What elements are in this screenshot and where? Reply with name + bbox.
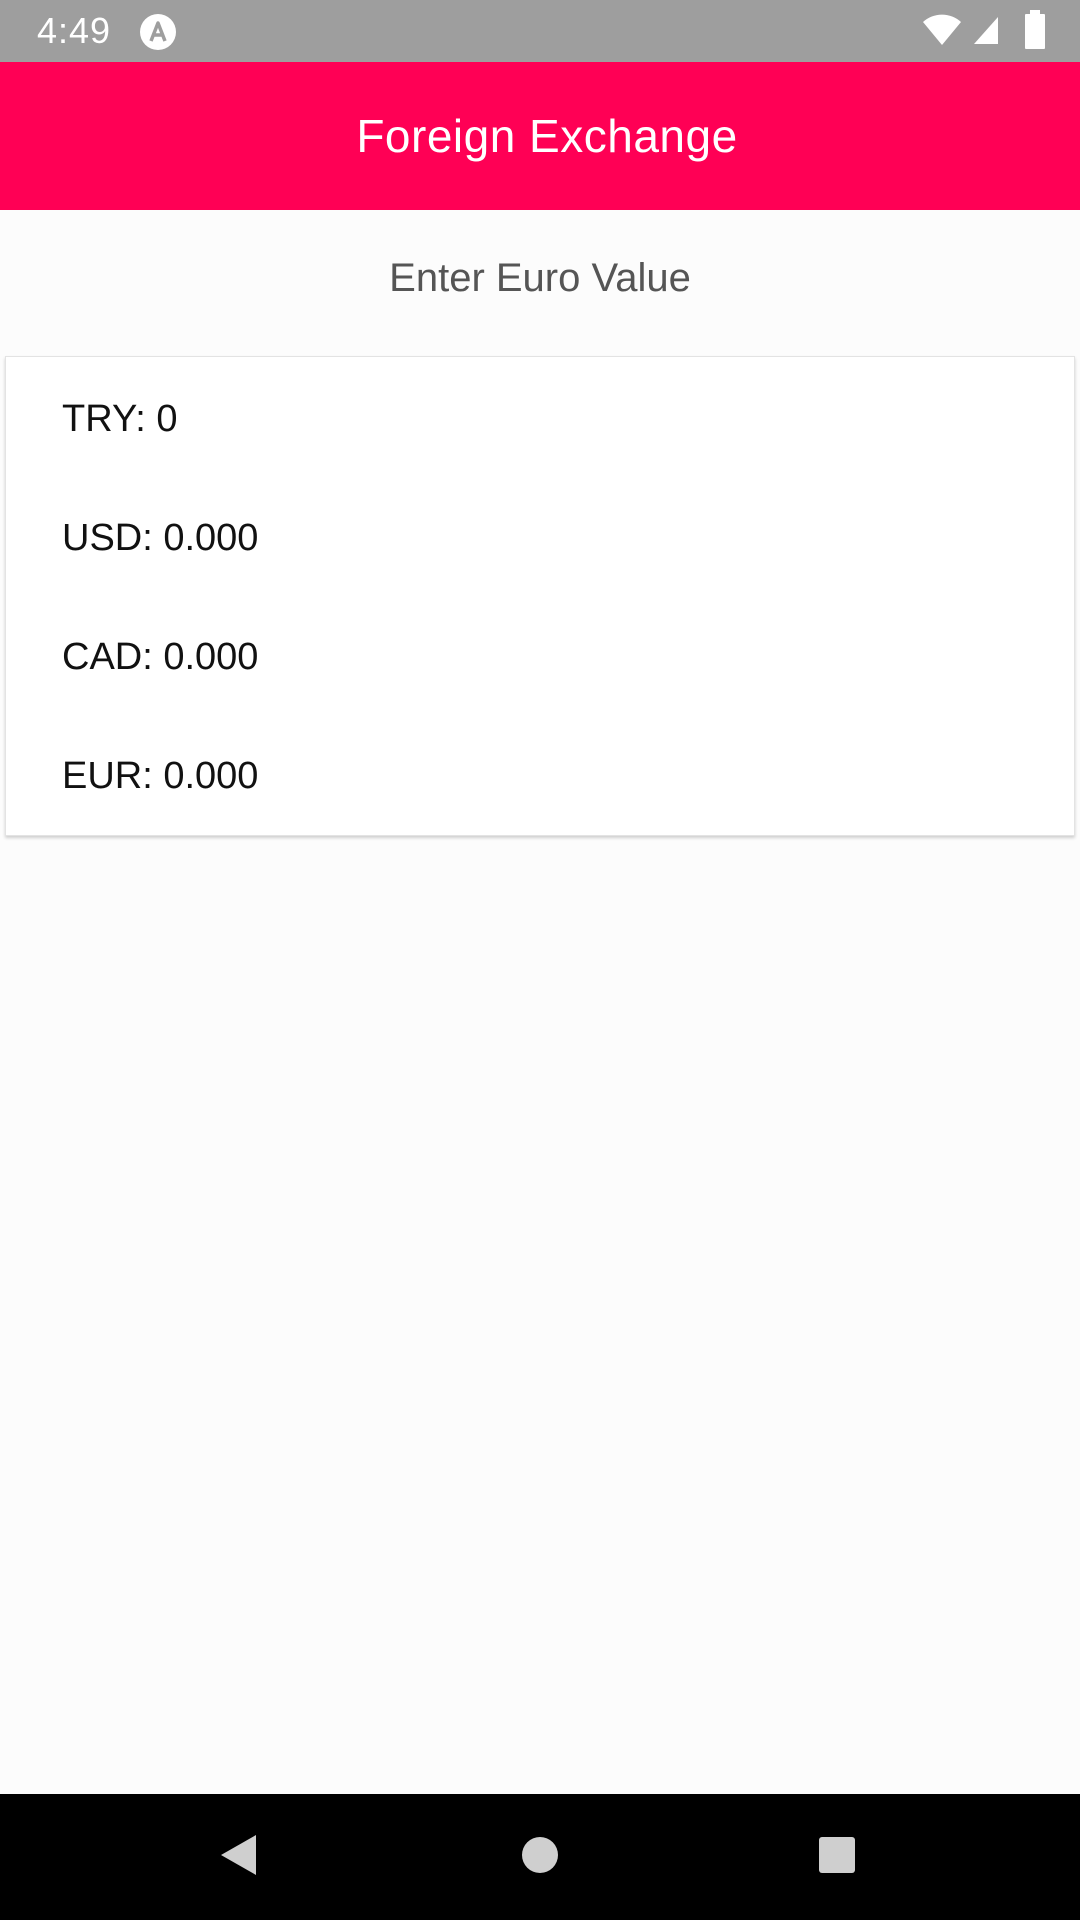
navigation-bar bbox=[0, 1794, 1080, 1920]
battery-icon bbox=[1024, 9, 1046, 55]
euro-value-input[interactable] bbox=[0, 212, 1080, 344]
app-notification-icon bbox=[139, 13, 177, 51]
rate-cad: CAD: 0.000 bbox=[62, 636, 259, 678]
status-bar: 4:49 bbox=[0, 0, 1080, 62]
rate-eur: EUR: 0.000 bbox=[62, 755, 259, 797]
app-bar: Foreign Exchange bbox=[0, 62, 1080, 210]
back-button[interactable] bbox=[158, 1794, 318, 1920]
rate-try: TRY: 0 bbox=[62, 398, 178, 440]
page-title: Foreign Exchange bbox=[356, 110, 738, 162]
recents-button[interactable] bbox=[757, 1794, 917, 1920]
recents-icon bbox=[817, 1835, 857, 1880]
rate-usd: USD: 0.000 bbox=[62, 517, 259, 559]
wifi-icon bbox=[922, 14, 962, 51]
rates-card: TRY: 0 USD: 0.000 CAD: 0.000 EUR: 0.000 bbox=[5, 356, 1075, 836]
home-icon bbox=[520, 1835, 560, 1880]
status-time: 4:49 bbox=[37, 10, 112, 51]
home-button[interactable] bbox=[460, 1794, 620, 1920]
signal-icon bbox=[972, 15, 1000, 50]
status-icons bbox=[922, 9, 1046, 55]
back-icon bbox=[218, 1833, 258, 1882]
